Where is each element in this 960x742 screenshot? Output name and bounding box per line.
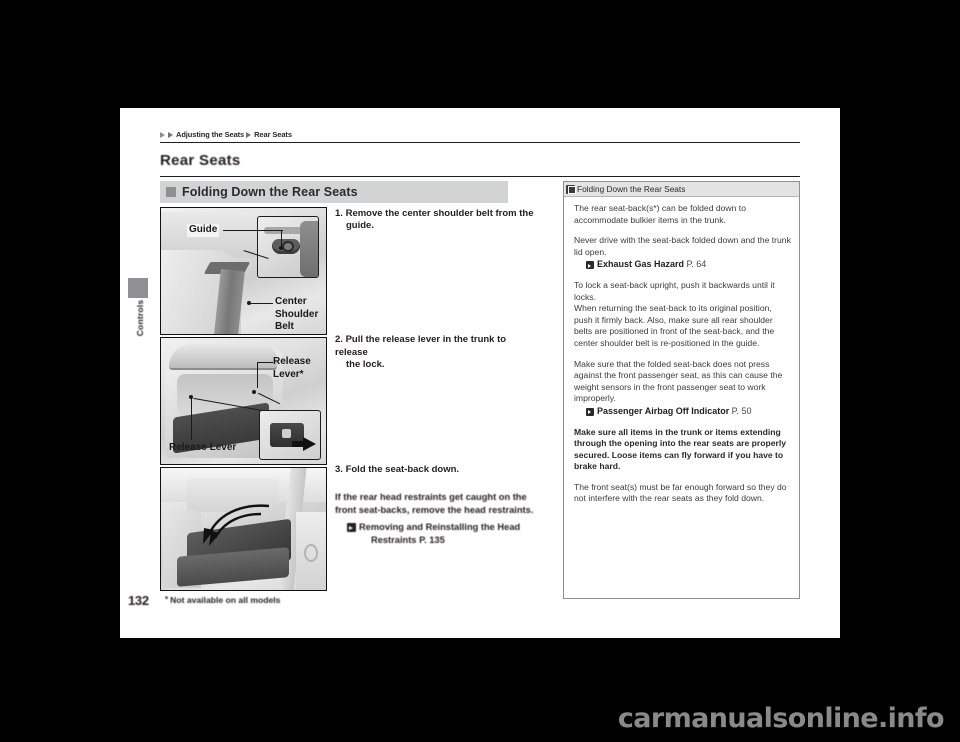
note-line-2: front seat-backs, remove the head restra… [335, 504, 534, 515]
figure3-door-handle-shape [304, 544, 318, 562]
note-line-1: If the rear head restraints get caught o… [335, 492, 527, 502]
figure2-leader-top-h [257, 362, 273, 364]
cross-reference-icon [586, 261, 594, 270]
figure1-leader-guide-dot [279, 246, 283, 250]
sidebar-note-box: Folding Down the Rear Seats The rear sea… [563, 181, 800, 599]
figure2-trunk-lid-shape [169, 344, 277, 370]
step-3: 3. Fold the seat-back down. [335, 464, 535, 477]
page-number: 132 [128, 593, 149, 608]
chapter-tab-label: Controls [135, 299, 145, 337]
step-3-line1: Fold the seat-back down. [345, 464, 460, 475]
figure1-leader-belt [251, 303, 273, 305]
sidebar-paragraph-3: To lock a seat-back upright, push it bac… [574, 279, 775, 348]
sidebar-paragraph-1: The rear seat-back(s*) can be folded dow… [574, 203, 746, 225]
breadcrumb-arrow-icon-2 [168, 131, 173, 138]
page-root: Adjusting the Seats Rear Seats Rear Seat… [0, 0, 960, 742]
breadcrumb-divider [160, 142, 800, 143]
cross-reference-icon [347, 523, 356, 533]
figure2-detail-inset [259, 410, 321, 460]
head-restraint-note: If the rear head restraints get caught o… [335, 491, 545, 546]
note-ref-title-line2: Restraints [371, 534, 417, 545]
figure2-inset-arrow-icon [303, 437, 316, 451]
step-3-number: 3. [335, 464, 343, 475]
step-1-line1: Remove the center shoulder belt from the [345, 208, 534, 219]
figure2-leader-bottom-v [191, 398, 193, 440]
breadcrumb-arrow-icon-1 [160, 131, 165, 138]
figure3-fold-direction-arrow-icon [203, 504, 270, 546]
step-2-line2: the lock. [346, 358, 385, 370]
figure2-leader-top-v [257, 362, 259, 388]
breadcrumb-parent[interactable]: Adjusting the Seats [176, 130, 244, 139]
figure1-label-guide: Guide [187, 224, 220, 237]
watermark: carmanualsonline.info [617, 703, 945, 734]
cross-reference-icon [586, 407, 594, 416]
sidebar-header-label: Folding Down the Rear Seats [577, 184, 686, 194]
figure2-inset-lever-icon [282, 429, 291, 438]
breadcrumb-current: Rear Seats [254, 130, 292, 139]
title-divider [160, 176, 800, 178]
sidebar-ref-1-page: P. 64 [686, 259, 707, 270]
figure2-leader-bottom-dot [189, 395, 193, 399]
figure1-label-center-shoulder-belt: Center Shoulder Belt [275, 296, 319, 332]
figure1-detail-inset [257, 216, 319, 278]
figure-folded-seat-interior [160, 467, 327, 591]
breadcrumb: Adjusting the Seats Rear Seats [160, 130, 292, 139]
breadcrumb-arrow-icon-3 [246, 131, 252, 138]
step-1: 1. Remove the center shoulder belt from … [335, 208, 535, 233]
sidebar-ref-1-title: Exhaust Gas Hazard [597, 259, 685, 270]
sidebar-header: Folding Down the Rear Seats [564, 182, 799, 197]
sidebar-cross-reference-1[interactable]: Exhaust Gas Hazard P. 64 [574, 259, 791, 271]
note-ref-title-line1: Removing and Reinstalling the Head [359, 522, 521, 533]
step-1-number: 1. [335, 208, 343, 219]
figure1-inset-trim-b [300, 221, 318, 277]
sidebar-ref-2-page: P. 50 [731, 405, 752, 416]
figure2-leader-top-dot [252, 390, 256, 394]
sidebar-paragraph-5: Make sure all items in the trunk or item… [574, 426, 787, 472]
footnote-text: Not available on all models [170, 595, 281, 605]
footnote: * Not available on all models [165, 595, 280, 605]
step-1-line2: guide. [346, 220, 374, 231]
figure-seatbelt-guide: Guide Center Shoulder Belt [160, 207, 327, 335]
figure2-label-release-lever-starred: Release Lever* [273, 356, 311, 380]
note-ref-page: P. 135 [419, 534, 445, 545]
sidebar-paragraph-2: Never drive with the seat-back folded do… [574, 235, 791, 257]
sidebar-paragraph-4: Make sure that the folded seat-back does… [574, 358, 783, 404]
sidebar-ref-2-title: Passenger Airbag Off Indicator [597, 405, 730, 416]
note-cross-reference[interactable]: Removing and Reinstalling the Head Restr… [335, 521, 545, 546]
section-square-icon [166, 187, 176, 197]
figure2-label-release-lever: Release Lever [169, 442, 237, 453]
sidebar-paragraph-6: The front seat(s) must be far enough for… [574, 481, 787, 504]
page-title: Rear Seats [160, 152, 241, 169]
sidebar-note-icon [566, 184, 576, 194]
step-2-number: 2. [335, 334, 343, 345]
footnote-star-icon: * [165, 595, 169, 604]
step-2-line1: Pull the release lever in the trunk to r… [335, 334, 507, 358]
manual-page-sheet: Adjusting the Seats Rear Seats Rear Seat… [120, 108, 840, 638]
figure1-leader-guide-h [223, 230, 283, 232]
sidebar-cross-reference-2[interactable]: Passenger Airbag Off Indicator P. 50 [574, 406, 791, 418]
step-2: 2. Pull the release lever in the trunk t… [335, 334, 535, 371]
figure1-inset-guide-ring [282, 241, 294, 252]
section-header-band: Folding Down the Rear Seats [160, 181, 508, 203]
figure1-leader-belt-dot [247, 301, 251, 305]
section-header-label: Folding Down the Rear Seats [182, 185, 358, 199]
figure-trunk-release-lever: Release Lever* Release Lever [160, 337, 327, 465]
sidebar-body: The rear seat-back(s*) can be folded dow… [564, 197, 799, 505]
